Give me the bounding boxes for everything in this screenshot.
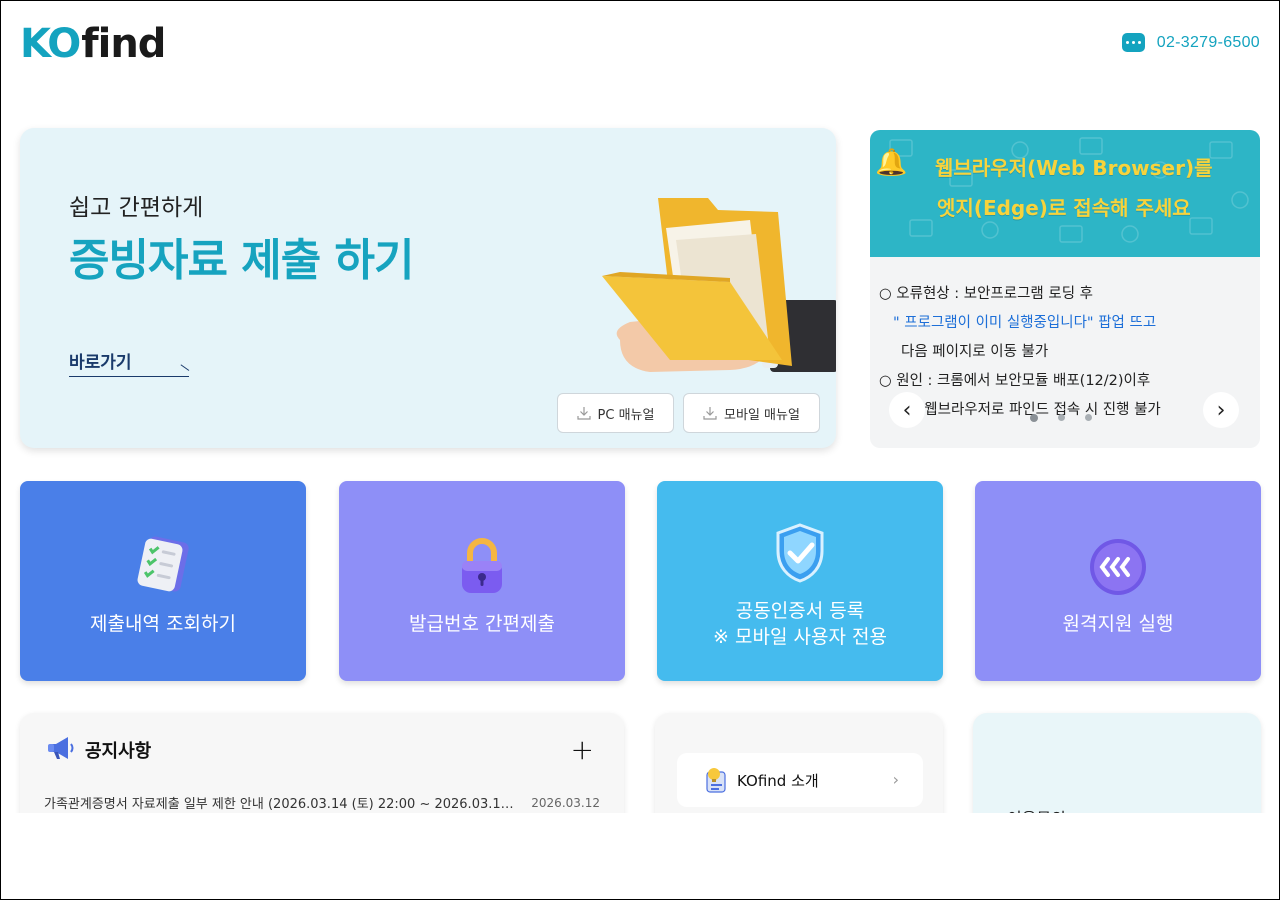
download-icon [576, 407, 591, 420]
logo-ko-text: KO [20, 21, 81, 67]
notice-slide-header: 🔔 웹브라우저(Web Browser)를 엣지(Edge)로 접속해 주세요 [870, 130, 1260, 257]
pc-manual-label: PC 매뉴얼 [597, 407, 655, 423]
submission-history-card[interactable]: 제출내역 조회하기 [20, 481, 306, 681]
mobile-manual-button[interactable]: 모바일 매뉴얼 [683, 393, 820, 433]
issue-number-submit-card[interactable]: 발급번호 간편제출 [339, 481, 625, 681]
shield-check-icon [776, 523, 824, 583]
chevron-right-icon: › [1216, 397, 1226, 423]
notice-headline-2: 엣지(Edge)로 접속해 주세요 [937, 196, 1191, 220]
folder-hand-icon [602, 198, 836, 372]
inquiry-title: 이용문의 [1007, 805, 1066, 813]
card-label: 공동인증서 등록 [735, 600, 865, 622]
slider-next-button[interactable]: › [1203, 392, 1239, 428]
hero-subtitle: 쉽고 간편하게 [69, 195, 204, 221]
notice-body-line: 다음 페이지로 이동 불가 [901, 344, 1049, 360]
checklist-icon [137, 536, 189, 592]
phone-contact[interactable]: 02-3279-6500 [1121, 33, 1260, 52]
remote-support-card[interactable]: 원격지원 실행 [975, 481, 1261, 681]
bell-icon: 🔔 [875, 148, 908, 178]
more-notices-button[interactable]: + [571, 733, 594, 766]
notice-board-panel: 공지사항 + 가족관계증명서 자료제출 일부 제한 안내 (2026.03.14… [20, 713, 624, 813]
notice-board-title: 공지사항 [85, 741, 152, 762]
logo-find-text: find [81, 21, 166, 67]
pc-manual-button[interactable]: PC 매뉴얼 [557, 393, 674, 433]
card-sublabel: ※ 모바일 사용자 전용 [713, 626, 887, 648]
notice-slider: 🔔 웹브라우저(Web Browser)를 엣지(Edge)로 접속해 주세요 … [870, 130, 1260, 448]
notice-slide-body: ○ 오류현상 : 보안프로그램 로딩 후 " 프로그램이 이미 실행중입니다" … [879, 280, 1257, 425]
chevron-right-icon: › [892, 770, 899, 789]
about-kofind-button[interactable]: KOfind 소개 › [677, 753, 923, 807]
slider-dots [1030, 414, 1092, 422]
notice-item-title[interactable]: 가족관계증명서 자료제출 일부 제한 안내 (2026.03.14 (토) 22… [44, 793, 514, 812]
slider-prev-button[interactable]: ‹ [889, 392, 925, 428]
notice-body-line: ○ 원인 : 크롬에서 보안모듈 배포(12/2)이후 [879, 373, 1151, 389]
hero-title: 증빙자료 제출 하기 [69, 235, 414, 286]
notice-body-line: " 프로그램이 이미 실행중입니다" 팝업 뜨고 [893, 315, 1157, 331]
remote-support-icon [1090, 539, 1146, 595]
card-label: 제출내역 조회하기 [90, 613, 236, 635]
slider-dot[interactable] [1058, 414, 1065, 421]
slider-dot[interactable] [1030, 414, 1038, 422]
hero-link-underline [69, 376, 189, 377]
card-label: 발급번호 간편제출 [409, 613, 555, 635]
inquiry-panel: 이용문의 [973, 713, 1261, 813]
mobile-manual-label: 모바일 매뉴얼 [724, 407, 800, 423]
hero-banner: 쉽고 간편하게 증빙자료 제출 하기 바로가기 PC 매뉴얼 모바일 매뉴얼 [20, 128, 836, 448]
notice-headline-1: 웹브라우저(Web Browser)를 [935, 156, 1213, 180]
notice-item-date: 2026.03.12 [531, 796, 600, 810]
megaphone-icon [48, 737, 74, 759]
lightbulb-doc-icon [706, 768, 726, 793]
notice-body-line: ○ 오류현상 : 보안프로그램 로딩 후 [879, 286, 1094, 302]
certificate-register-card[interactable]: 공동인증서 등록 ※ 모바일 사용자 전용 [657, 481, 943, 681]
chevron-left-icon: ‹ [902, 397, 912, 423]
download-icon [703, 407, 717, 420]
lock-icon [462, 538, 502, 593]
hero-shortcut-link[interactable]: 바로가기 [69, 348, 132, 373]
about-label: KOfind 소개 [737, 771, 819, 790]
slider-dot[interactable] [1085, 414, 1092, 421]
hero-link-arrow-icon [180, 364, 190, 371]
card-label: 원격지원 실행 [1062, 613, 1174, 635]
kofind-logo[interactable]: KO find [20, 21, 166, 67]
about-panel: KOfind 소개 › [655, 713, 943, 813]
chat-bubble-icon [1121, 33, 1145, 52]
phone-number: 02-3279-6500 [1156, 33, 1260, 51]
page-viewport: KO find 02-3279-6500 쉽고 간편하게 증빙자료 제출 하기 … [1, 1, 1279, 813]
